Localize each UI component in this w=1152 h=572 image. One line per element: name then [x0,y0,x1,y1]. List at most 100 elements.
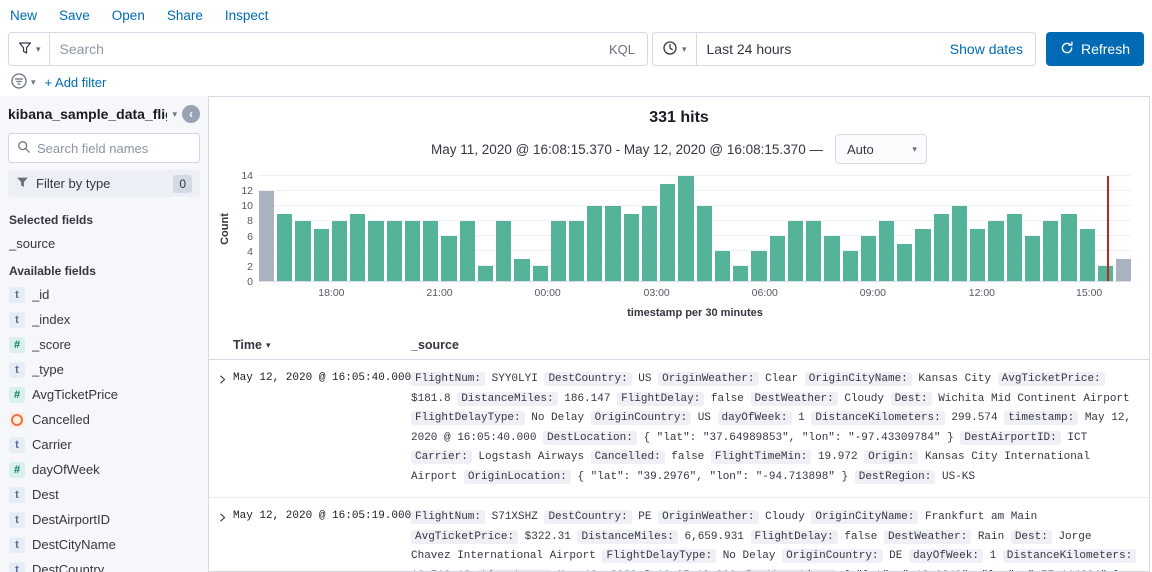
field-item-_type[interactable]: t_type [0,357,208,382]
field-key: DistanceKilometers: [1003,549,1136,563]
histogram-bar[interactable] [1007,214,1022,282]
histogram-bar[interactable] [405,221,420,281]
histogram-bar[interactable] [605,206,620,281]
field-item-DestCountry[interactable]: tDestCountry [0,557,208,572]
string-field-icon: t [9,537,25,553]
field-value: false [844,531,877,543]
collapse-sidebar-button[interactable]: ‹ [182,105,200,123]
histogram-bar[interactable] [624,214,639,282]
histogram-bar[interactable] [751,251,766,281]
field-item-Carrier[interactable]: tCarrier [0,432,208,457]
field-key: DistanceMiles: [457,392,557,406]
chevron-down-icon: ▾ [682,45,687,54]
histogram-bar[interactable] [587,206,602,281]
histogram-bar[interactable] [988,221,1003,281]
histogram-bar[interactable] [770,236,785,281]
histogram-bar[interactable] [569,221,584,281]
histogram-bar[interactable] [423,221,438,281]
field-item-_id[interactable]: t_id [0,282,208,307]
field-item-DestAirportID[interactable]: tDestAirportID [0,507,208,532]
histogram-bar[interactable] [897,244,912,282]
histogram-bar[interactable] [514,259,529,282]
histogram-bar[interactable] [678,176,693,281]
saved-queries-button[interactable]: ▾ [9,33,50,65]
number-field-icon: # [9,337,25,353]
histogram-bar[interactable] [806,221,821,281]
histogram-bar[interactable] [697,206,712,281]
field-item-AvgTicketPrice[interactable]: #AvgTicketPrice [0,382,208,407]
histogram-bar[interactable] [1061,214,1076,282]
interval-select[interactable]: Auto ▾ [835,134,927,164]
histogram-bar[interactable] [533,266,548,281]
histogram-bar[interactable] [350,214,365,282]
field-item-Cancelled[interactable]: Cancelled [0,407,208,432]
histogram-bar[interactable] [1043,221,1058,281]
chevron-down-icon: ▾ [31,78,36,87]
field-name: _score [32,337,71,352]
expand-doc-icon[interactable] [217,370,233,487]
histogram-bar[interactable] [970,229,985,282]
histogram-bar[interactable] [934,214,949,282]
menu-item-inspect[interactable]: Inspect [225,8,269,23]
doc-timestamp: May 12, 2020 @ 16:05:19.000 [233,508,411,572]
menu-item-open[interactable]: Open [112,8,145,23]
filter-options-button[interactable]: ▾ [10,72,36,93]
histogram-bar[interactable] [496,221,511,281]
time-column-header[interactable]: Time ▾ [233,338,411,352]
histogram-bar[interactable] [788,221,803,281]
histogram-bar[interactable] [441,236,456,281]
histogram-bar[interactable] [843,251,858,281]
histogram-bar[interactable] [1098,266,1113,281]
histogram-bar[interactable] [332,221,347,281]
y-axis-label: Count [219,213,231,245]
histogram-bar[interactable] [277,214,292,282]
expand-doc-icon[interactable] [217,508,233,572]
field-item-_index[interactable]: t_index [0,307,208,332]
histogram-bar[interactable] [387,221,402,281]
field-search-input[interactable] [37,141,191,156]
histogram-bar[interactable] [1025,236,1040,281]
histogram-bar[interactable] [1116,259,1131,282]
field-item-_source[interactable]: _source [0,231,208,256]
field-item-Dest[interactable]: tDest [0,482,208,507]
histogram-bar[interactable] [478,266,493,281]
histogram-bar[interactable] [551,221,566,281]
field-item-DestCityName[interactable]: tDestCityName [0,532,208,557]
histogram-bar[interactable] [259,191,274,281]
show-dates-link[interactable]: Show dates [950,41,1035,57]
field-key: AvgTicketPrice: [411,530,518,544]
field-key: DestRegion: [855,470,936,484]
histogram-bar[interactable] [314,229,329,282]
field-key: OriginCountry: [782,549,882,563]
histogram-bar[interactable] [660,184,675,282]
histogram-bar[interactable] [295,221,310,281]
histogram-bar[interactable] [715,251,730,281]
histogram-bar[interactable] [1080,229,1095,282]
histogram-bar[interactable] [879,221,894,281]
menu-item-share[interactable]: Share [167,8,203,23]
filter-by-type-button[interactable]: Filter by type 0 [8,170,200,197]
field-name: DestAirportID [32,512,110,527]
kql-toggle[interactable]: KQL [597,42,647,57]
add-filter-link[interactable]: + Add filter [45,75,107,90]
field-key: OriginWeather: [658,372,758,386]
field-item-dayOfWeek[interactable]: #dayOfWeek [0,457,208,482]
histogram-bar[interactable] [824,236,839,281]
x-axis-title: timestamp per 30 minutes [259,307,1131,319]
menu-item-new[interactable]: New [10,8,37,23]
histogram-bar[interactable] [642,206,657,281]
histogram-bar[interactable] [733,266,748,281]
index-pattern-select[interactable]: kibana_sample_data_flig... [8,106,167,122]
refresh-button[interactable]: Refresh [1046,32,1144,66]
field-value: ICT [1067,432,1087,444]
histogram-bar[interactable] [915,229,930,282]
histogram-bar[interactable] [861,236,876,281]
field-item-_score[interactable]: # _score [0,332,208,357]
time-range-value[interactable]: Last 24 hours [697,41,802,57]
histogram-bar[interactable] [952,206,967,281]
search-input[interactable] [50,41,597,57]
menu-item-save[interactable]: Save [59,8,90,23]
quick-select-button[interactable]: ▾ [653,33,697,65]
histogram-bar[interactable] [460,221,475,281]
histogram-bar[interactable] [368,221,383,281]
